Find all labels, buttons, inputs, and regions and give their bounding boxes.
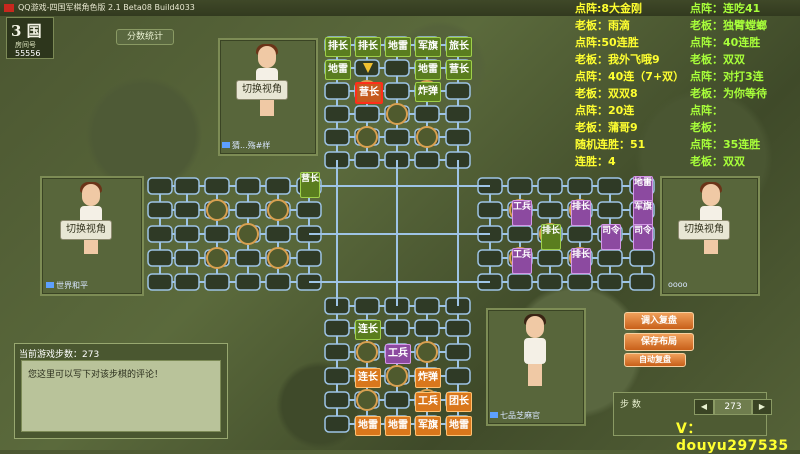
next-step-button[interactable]: ▶ <box>752 399 772 415</box>
move-count-label: 当前游戏步数：273 <box>19 350 100 360</box>
piece[interactable]: 地雷 <box>446 416 472 436</box>
piece[interactable]: 工兵 <box>385 344 411 364</box>
load-replay-button[interactable]: 调入复盘 <box>624 312 694 330</box>
piece[interactable]: 连长 <box>355 320 381 340</box>
piece[interactable]: 地雷 <box>633 176 653 202</box>
piece[interactable]: 工兵 <box>415 392 441 412</box>
comment-input[interactable]: 您这里可以写下对该步棋的评论！ <box>21 360 221 432</box>
prev-step-button[interactable]: ◀ <box>694 399 714 415</box>
piece[interactable]: 连长 <box>355 368 381 388</box>
piece[interactable]: 司令 <box>633 224 653 250</box>
piece[interactable]: 工兵 <box>512 248 532 274</box>
piece[interactable]: 军旗 <box>633 200 653 226</box>
piece[interactable]: 地雷 <box>385 37 411 57</box>
piece[interactable]: 地雷 <box>385 416 411 436</box>
piece[interactable]: 地雷 <box>415 60 441 80</box>
piece[interactable]: 排长 <box>571 200 591 226</box>
piece[interactable]: 营长 <box>300 172 320 198</box>
step-value[interactable]: 273 <box>714 399 752 415</box>
piece[interactable]: 地雷 <box>355 416 381 436</box>
piece[interactable]: 司令 <box>601 224 621 250</box>
piece[interactable]: 排长 <box>355 37 381 57</box>
piece[interactable]: 排长 <box>325 37 351 57</box>
piece[interactable]: 排长 <box>571 248 591 274</box>
save-layout-button[interactable]: 保存布局 <box>624 333 694 351</box>
comment-panel: 当前游戏步数：273 您这里可以写下对该步棋的评论！ <box>14 343 228 439</box>
piece[interactable]: 排长 <box>541 224 561 250</box>
piece[interactable]: 炸弹 <box>415 368 441 388</box>
auto-replay-button[interactable]: 自动复盘 <box>624 353 686 367</box>
piece[interactable]: 炸弹 <box>415 82 441 102</box>
piece-selected[interactable]: 营长 <box>355 82 383 104</box>
piece[interactable]: 营长 <box>446 60 472 80</box>
piece[interactable]: 团长 <box>446 392 472 412</box>
piece[interactable]: 旅长 <box>446 37 472 57</box>
watermark-text: V：douyu297535 <box>676 421 789 454</box>
stats-overlay-green: 点阵：连吃41 老板：独臂螳螂 点阵：40连胜 老板：双双 点阵：对打3连 老板：为你等… <box>690 2 767 168</box>
piece[interactable]: 地雷 <box>325 60 351 80</box>
step-label: 步 数 <box>620 400 641 410</box>
stats-overlay-yellow: 点阵:8大金刚 老板：雨滴 点阵:50连胜 老板：我外飞哦9 点阵：40连（7+双）老… <box>575 2 685 168</box>
piece[interactable]: 工兵 <box>512 200 532 226</box>
piece[interactable]: 军旗 <box>415 416 441 436</box>
piece[interactable]: 军旗 <box>415 37 441 57</box>
